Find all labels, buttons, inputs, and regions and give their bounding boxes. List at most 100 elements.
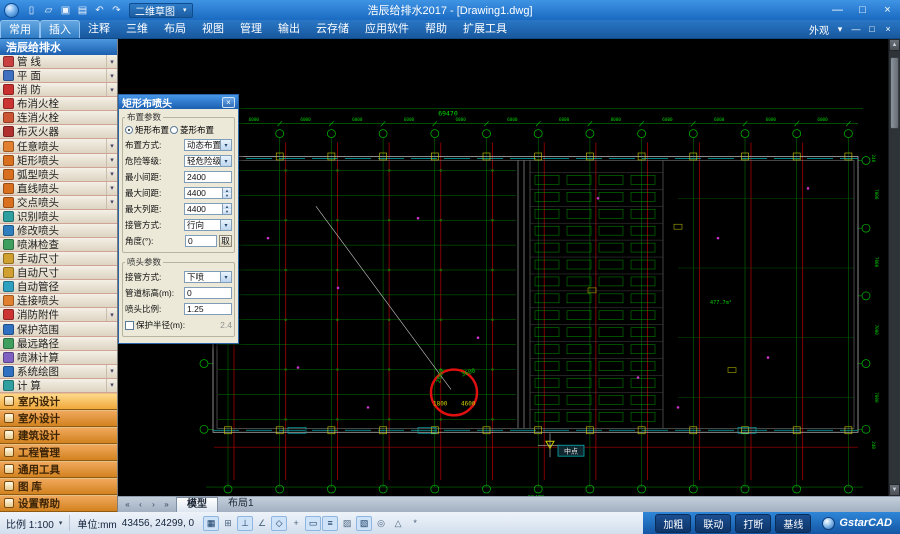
polar-icon[interactable]: ∠: [254, 516, 270, 531]
doc-minimize-button[interactable]: —: [849, 24, 863, 35]
open-file-icon[interactable]: ▱: [40, 2, 57, 18]
pick-angle-button[interactable]: 取: [219, 235, 232, 247]
sidebar-item[interactable]: 连接喷头: [0, 294, 117, 308]
sidebar-item[interactable]: 识别喷头: [0, 210, 117, 224]
close-icon[interactable]: ×: [222, 97, 235, 108]
ribbon-tab[interactable]: 帮助: [417, 20, 455, 38]
ribbon-tab[interactable]: 云存储: [308, 20, 357, 38]
chevron-down-icon[interactable]: ▾: [106, 55, 117, 68]
transparency-icon[interactable]: ▨: [339, 516, 355, 531]
sidebar-item[interactable]: 系统绘图▾: [0, 365, 117, 379]
sidebar-item[interactable]: 喷淋计算: [0, 351, 117, 365]
workspace-icon[interactable]: *: [407, 516, 423, 531]
hazard-level-combo[interactable]: 轻危险级▾: [184, 155, 232, 167]
ribbon-tab[interactable]: 应用软件: [357, 20, 417, 38]
sidebar-item[interactable]: 最远路径: [0, 337, 117, 351]
sidebar-item[interactable]: 自动尺寸: [0, 266, 117, 280]
tab-model[interactable]: 模型: [176, 497, 218, 512]
last-layout-icon[interactable]: »: [161, 500, 172, 509]
sidebar-group[interactable]: 设置帮助: [0, 495, 117, 512]
vertical-scrollbar[interactable]: ▲ ▼: [888, 39, 900, 496]
undo-icon[interactable]: ↶: [91, 2, 108, 18]
min-spacing-field[interactable]: 2400: [184, 171, 232, 183]
chevron-down-icon[interactable]: ▾: [106, 83, 117, 96]
prev-layout-icon[interactable]: ‹: [135, 500, 146, 509]
sidebar-group[interactable]: 室外设计: [0, 410, 117, 427]
radio-diamond-layout[interactable]: [170, 126, 178, 134]
ortho-icon[interactable]: ⊥: [237, 516, 253, 531]
protect-radius-checkbox[interactable]: [125, 321, 134, 330]
ribbon-tab[interactable]: 三维: [118, 20, 156, 38]
sidebar-item[interactable]: 弧型喷头▾: [0, 168, 117, 182]
chevron-down-icon[interactable]: ▾: [59, 519, 63, 527]
sidebar-item[interactable]: 平 面▾: [0, 69, 117, 83]
dropdown-arrow-icon[interactable]: ▾: [220, 220, 231, 230]
chevron-down-icon[interactable]: ▾: [106, 365, 117, 378]
layout-mode-combo[interactable]: 动态布置▾: [184, 139, 232, 151]
toggle-button[interactable]: 联动: [695, 514, 731, 533]
dynamic-input-icon[interactable]: ▭: [305, 516, 321, 531]
ribbon-tab[interactable]: 常用: [0, 20, 40, 38]
sidebar-item[interactable]: 布消火栓: [0, 97, 117, 111]
chevron-down-icon[interactable]: ▾: [106, 154, 117, 167]
toggle-button[interactable]: 加粗: [655, 514, 691, 533]
sidebar-item[interactable]: 保护范围: [0, 322, 117, 336]
toggle-button[interactable]: 打断: [735, 514, 771, 533]
scroll-down-icon[interactable]: ▼: [889, 484, 900, 496]
sidebar-item[interactable]: 任意喷头▾: [0, 139, 117, 153]
scroll-up-icon[interactable]: ▲: [889, 39, 900, 51]
ribbon-tab[interactable]: 扩展工具: [455, 20, 515, 38]
chevron-down-icon[interactable]: ▾: [106, 182, 117, 195]
selection-cycling-icon[interactable]: ◎: [373, 516, 389, 531]
sidebar-group[interactable]: 工程管理: [0, 444, 117, 461]
sidebar-group[interactable]: 通用工具: [0, 461, 117, 478]
dropdown-arrow-icon[interactable]: ▾: [220, 272, 231, 282]
lineweight-icon[interactable]: ≡: [322, 516, 338, 531]
sidebar-item[interactable]: 交点喷头▾: [0, 196, 117, 210]
osnap-icon[interactable]: ◇: [271, 516, 287, 531]
sidebar-item[interactable]: 管 线▾: [0, 55, 117, 69]
drawing-canvas[interactable]: 6000600060006000600060006000800060006000…: [118, 39, 888, 496]
angle-field[interactable]: 0: [185, 235, 217, 247]
scrollbar-track[interactable]: [889, 51, 900, 484]
pipe-elevation-field[interactable]: 0: [184, 287, 232, 299]
sidebar-item[interactable]: 布灭火器: [0, 125, 117, 139]
chevron-down-icon[interactable]: ▾: [106, 196, 117, 209]
chevron-down-icon[interactable]: ▾: [106, 379, 117, 392]
sidebar-item[interactable]: 连消火栓: [0, 111, 117, 125]
appearance-caret-icon[interactable]: ▾: [833, 24, 847, 35]
chevron-down-icon[interactable]: ▾: [106, 139, 117, 152]
branch-mode-combo[interactable]: 行向▾: [184, 219, 232, 231]
maximize-button[interactable]: □: [850, 2, 875, 19]
sidebar-item[interactable]: 直线喷头▾: [0, 182, 117, 196]
tab-layout1[interactable]: 布局1: [218, 497, 264, 512]
sidebar-item[interactable]: 手动尺寸: [0, 252, 117, 266]
annotation-icon[interactable]: △: [390, 516, 406, 531]
ribbon-tab[interactable]: 视图: [194, 20, 232, 38]
max-spacing-field[interactable]: 4400▲▼: [184, 187, 232, 199]
dropdown-arrow-icon[interactable]: ▾: [220, 140, 231, 150]
chevron-down-icon[interactable]: ▾: [106, 69, 117, 82]
sidebar-item[interactable]: 喷淋检查: [0, 238, 117, 252]
sidebar-item[interactable]: 消 防▾: [0, 83, 117, 97]
snap-icon[interactable]: ⊞: [220, 516, 236, 531]
connect-mode-combo[interactable]: 下喷▾: [184, 271, 232, 283]
dialog-title-bar[interactable]: 矩形布喷头 ×: [119, 95, 238, 109]
max-column-field[interactable]: 4400▲▼: [184, 203, 232, 215]
ribbon-tab[interactable]: 管理: [232, 20, 270, 38]
sidebar-group[interactable]: 图 库: [0, 478, 117, 495]
first-layout-icon[interactable]: «: [122, 500, 133, 509]
chevron-down-icon[interactable]: ▾: [106, 168, 117, 181]
scale-label[interactable]: 比例 1:100: [6, 516, 54, 531]
ribbon-tab[interactable]: 输出: [270, 20, 308, 38]
next-layout-icon[interactable]: ›: [148, 500, 159, 509]
ribbon-tab[interactable]: 插入: [40, 20, 80, 38]
chevron-down-icon[interactable]: ▾: [106, 308, 117, 321]
workspace-dropdown[interactable]: 二维草图 ▾: [129, 3, 193, 18]
sidebar-group[interactable]: 建筑设计: [0, 427, 117, 444]
sidebar-item[interactable]: 消防附件▾: [0, 308, 117, 322]
doc-close-button[interactable]: ×: [881, 24, 895, 35]
scrollbar-thumb[interactable]: [890, 57, 899, 129]
appearance-label[interactable]: 外观: [809, 22, 829, 37]
head-scale-field[interactable]: 1.25: [184, 303, 232, 315]
